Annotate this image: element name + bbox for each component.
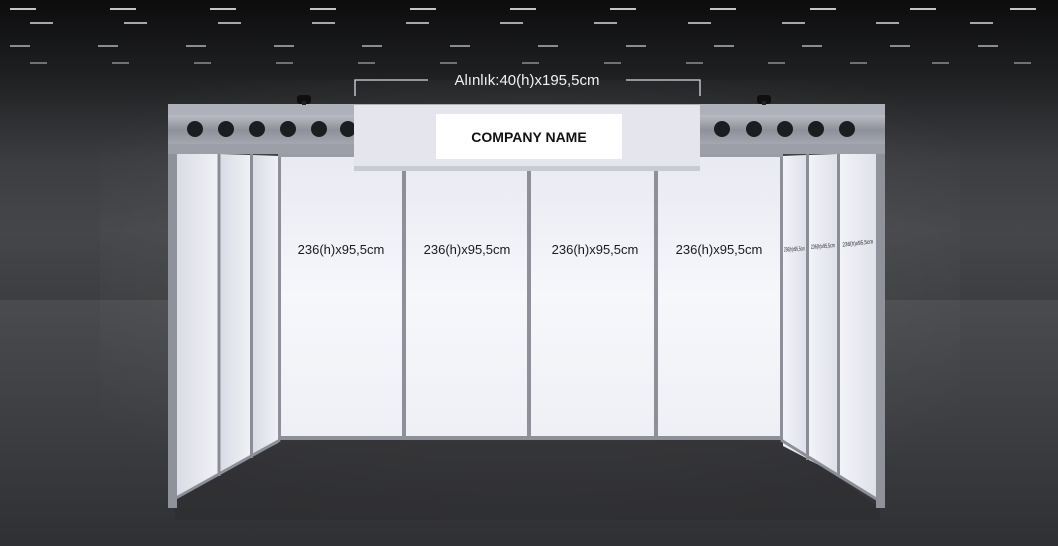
ceiling-light-strip [782,22,805,24]
back-bottom-rail [278,436,783,440]
ceiling-light-strip [110,8,136,10]
ceiling-light-strip [802,45,822,47]
left-side-wall [168,104,281,508]
right-side-panel [840,151,877,498]
ceiling-light-strip [362,45,382,47]
booth-render: Alınlık:40(h)x195,5cm COMPANY NAME 236(h… [0,0,1058,546]
ceiling-light-strip [850,62,867,64]
right-side-panel [809,154,837,474]
beam-hole [340,121,356,137]
back-post [278,155,281,439]
ceiling-light-strip [876,22,899,24]
ceiling-light-strip [274,45,294,47]
beam-hole [714,121,730,137]
back-post [527,155,531,439]
beam-hole [746,121,762,137]
ceiling-light-strip [186,45,206,47]
left-side-panel [220,154,250,474]
ceiling-light-strip [688,22,711,24]
back-panel-label: 236(h)x95,5cm [552,242,639,257]
ceiling-light-strip [970,22,993,24]
spotlight-arm [302,101,306,105]
back-post [402,155,406,439]
company-name: COMPANY NAME [471,129,586,145]
left-side-panel [176,152,218,498]
ceiling-light-strip [910,8,936,10]
ceiling-light-strip [30,62,47,64]
ceiling-light-strip [10,45,30,47]
beam-hole [808,121,824,137]
beam-hole [249,121,265,137]
ceiling-light-strip [890,45,910,47]
ceiling-light-strip [30,22,53,24]
back-panel [405,157,528,437]
side-panel-label: 236(h)x95,5cm [784,246,805,253]
right-side-panel [783,155,806,458]
back-post [654,155,658,439]
back-panel [658,157,782,437]
left-front-post [168,104,177,508]
ceiling-light-strip [194,62,211,64]
ceiling-light-strip [1010,8,1036,10]
ceiling-light-strip [522,62,539,64]
ceiling-light-strip [210,8,236,10]
back-post [780,155,783,439]
beam-hole [839,121,855,137]
fascia-dimension-label: Alınlık:40(h)x195,5cm [454,72,599,89]
ceiling-light-strip [932,62,949,64]
ceiling-light-strip [500,22,523,24]
ceiling-light-strip [450,45,470,47]
fascia-board-shade [354,166,700,171]
ceiling-light-strip [768,62,785,64]
right-side-wall [780,104,885,508]
right-front-post [876,104,885,508]
ceiling-light-strip [124,22,147,24]
beam-hole [187,121,203,137]
ceiling-light-strip [440,62,457,64]
ceiling-light-strip [686,62,703,64]
back-wall [278,153,783,440]
ceiling-light-strip [218,22,241,24]
ceiling-light-strip [312,22,335,24]
beam-hole [311,121,327,137]
booth-floor-shadow [175,438,880,520]
ceiling-light-strip [406,22,429,24]
fascia-board: COMPANY NAME [354,105,700,171]
spotlight [757,95,771,105]
ceiling-light-strip [112,62,129,64]
ceiling-light-strip [276,62,293,64]
ceiling-light-strip [610,8,636,10]
beam-hole [280,121,296,137]
booth-scene: Alınlık:40(h)x195,5cm COMPANY NAME 236(h… [0,0,1058,546]
ceiling-light-strip [410,8,436,10]
ceiling-light-strip [710,8,736,10]
back-panel [531,157,655,437]
ceiling-light-strip [310,8,336,10]
beam-hole [777,121,793,137]
ceiling-light-strip [10,8,36,10]
ceiling-light-strip [98,45,118,47]
ceiling-light-strip [358,62,375,64]
spotlight [297,95,311,105]
ceiling-light-strip [594,22,617,24]
ceiling-light-strip [810,8,836,10]
beam-hole [218,121,234,137]
spotlight-arm [762,101,766,105]
ceiling-light-strip [1014,62,1031,64]
ceiling-light-strip [714,45,734,47]
back-panel [280,157,403,437]
ceiling-light-strip [626,45,646,47]
back-panel-label: 236(h)x95,5cm [676,242,763,257]
ceiling-light-strip [510,8,536,10]
ceiling-light-strip [604,62,621,64]
back-panel-label: 236(h)x95,5cm [424,242,511,257]
back-panel-label: 236(h)x95,5cm [298,242,385,257]
left-side-panel [253,155,278,456]
ceiling-light-strip [538,45,558,47]
ceiling-light-strip [978,45,998,47]
